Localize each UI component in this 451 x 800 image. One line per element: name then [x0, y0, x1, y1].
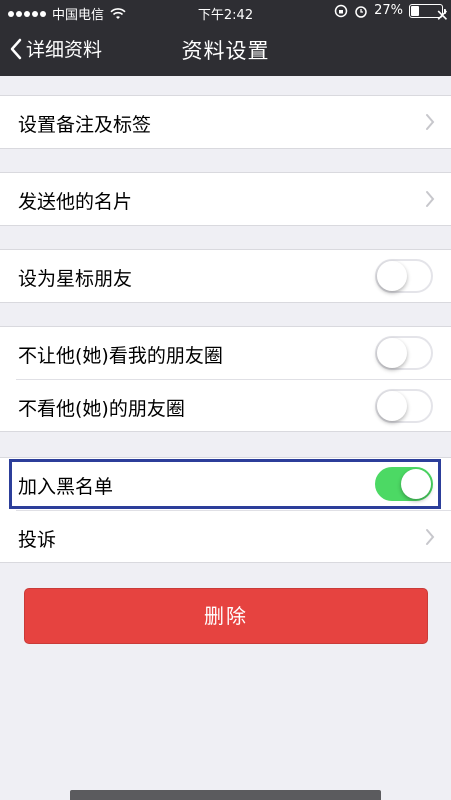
settings-group-card: 发送他的名片 [0, 172, 451, 226]
list-item-send-card[interactable]: 发送他的名片 [0, 173, 451, 225]
bottom-overlay-bar [70, 790, 381, 800]
list-item-label: 不看他(她)的朋友圈 [18, 398, 185, 420]
list-item-label: 投诉 [18, 529, 57, 551]
list-item-label: 加入黑名单 [18, 476, 114, 498]
top-bar: 中国电信 下午2:42 27% ✕ 详细资料 资料设置 [0, 0, 451, 76]
list-item-label: 不让他(她)看我的朋友圈 [18, 345, 223, 367]
list-item-hide-their-moments: 不看他(她)的朋友圈 [16, 379, 451, 431]
settings-group-block: 加入黑名单 投诉 [0, 457, 451, 563]
hide-my-moments-toggle[interactable] [375, 336, 433, 370]
status-right: 27% [334, 3, 446, 18]
settings-group-star: 设为星标朋友 [0, 249, 451, 303]
settings-group-moments: 不让他(她)看我的朋友圈 不看他(她)的朋友圈 [0, 326, 451, 432]
alarm-icon [355, 5, 367, 18]
list-item-report[interactable]: 投诉 [16, 510, 451, 562]
star-friend-toggle[interactable] [375, 259, 433, 293]
list-item-star-friend: 设为星标朋友 [0, 250, 451, 302]
list-item-hide-my-moments: 不让他(她)看我的朋友圈 [0, 327, 451, 379]
battery-percent: 27% [374, 3, 403, 18]
list-item-label: 设为星标朋友 [18, 268, 133, 290]
list-item-blacklist: 加入黑名单 [0, 458, 451, 510]
list-item-label: 发送他的名片 [18, 191, 133, 213]
close-icon[interactable]: ✕ [436, 6, 449, 25]
list-item-label: 设置备注及标签 [18, 114, 152, 136]
chevron-right-icon [426, 191, 435, 207]
rotation-lock-icon [334, 4, 348, 17]
navigation-bar: 详细资料 资料设置 [0, 24, 451, 76]
blacklist-toggle[interactable] [375, 467, 433, 501]
settings-group-remark: 设置备注及标签 [0, 95, 451, 149]
status-bar: 中国电信 下午2:42 27% ✕ [0, 0, 451, 25]
chevron-right-icon [426, 114, 435, 130]
list-item-set-remark[interactable]: 设置备注及标签 [0, 96, 451, 148]
hide-their-moments-toggle[interactable] [375, 389, 433, 423]
delete-button[interactable]: 删除 [24, 588, 428, 644]
chevron-right-icon [426, 529, 435, 545]
page-title: 资料设置 [181, 39, 270, 63]
